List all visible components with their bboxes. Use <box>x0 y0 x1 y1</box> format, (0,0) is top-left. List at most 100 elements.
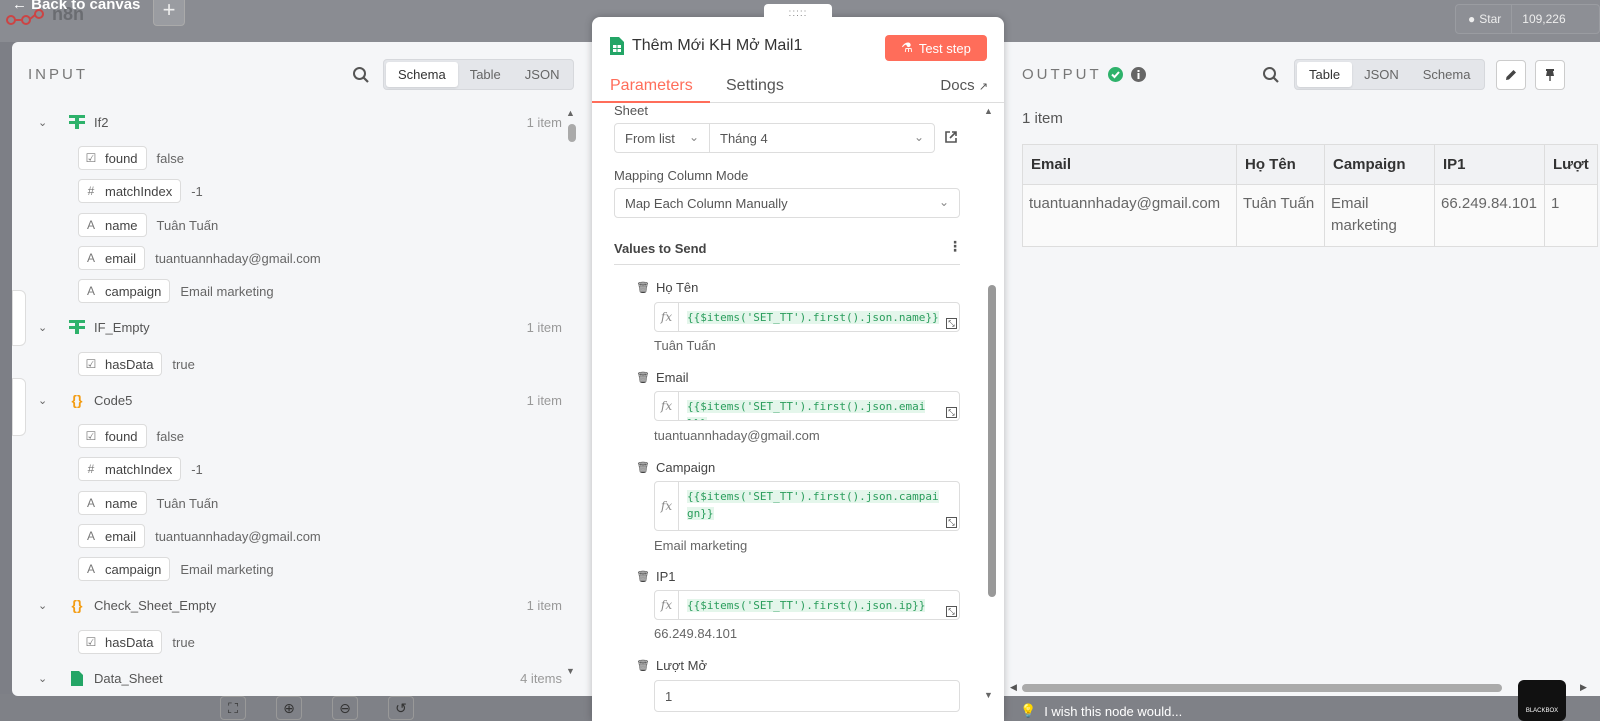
tab-json[interactable]: JSON <box>513 62 572 87</box>
chevron-down-icon[interactable]: ⌄ <box>38 599 52 612</box>
chevron-down-icon[interactable]: ⌄ <box>38 394 52 407</box>
column-header[interactable]: Campaign <box>1324 144 1435 185</box>
tab-schema[interactable]: Schema <box>1411 62 1483 87</box>
blackbox-extension-button[interactable]: BLACKBOX <box>1518 680 1566 721</box>
field-found: ☑ found false <box>78 146 184 170</box>
string-type-icon: A <box>86 284 95 298</box>
docs-link[interactable]: Docs ↗ <box>940 77 988 94</box>
edit-output-button[interactable] <box>1496 60 1526 90</box>
if-node-icon <box>64 314 90 340</box>
column-header[interactable]: IP1 <box>1434 144 1545 185</box>
chevron-down-icon[interactable]: ⌄ <box>38 321 52 334</box>
scroll-right-icon[interactable]: ▶ <box>1580 682 1587 693</box>
trash-icon[interactable]: 🗑 <box>636 570 650 583</box>
panel-drag-handle[interactable]: ::::: <box>764 4 832 24</box>
info-icon[interactable] <box>1131 67 1146 82</box>
feedback-link[interactable]: 💡 I wish this node would... <box>1020 703 1182 719</box>
sheet-node-icon <box>64 665 90 691</box>
test-step-button[interactable]: ⚗ Test step <box>885 35 987 61</box>
fx-icon: fx <box>655 591 679 619</box>
string-type-icon: A <box>86 529 95 543</box>
node-parameters-panel: Thêm Mới KH Mở Mail1 ⚗ Test step Paramete… <box>592 17 1004 721</box>
boolean-type-icon: ☑ <box>85 429 97 443</box>
tab-table[interactable]: Table <box>1297 62 1353 87</box>
field-hasdata: ☑ hasData true <box>78 630 195 654</box>
search-icon[interactable] <box>1262 66 1280 84</box>
chevron-down-icon[interactable]: ⌄ <box>38 672 52 685</box>
field-name: Aname Tuân Tuấn <box>78 491 218 515</box>
tab-table[interactable]: Table <box>458 62 513 87</box>
expand-editor-icon[interactable]: ⤡ <box>946 318 957 329</box>
table-cell: Email marketing <box>1324 184 1435 247</box>
column-header[interactable]: Lượt <box>1544 144 1598 185</box>
value-item-label: 🗑 Email <box>636 370 689 385</box>
field-name: Aname Tuân Tuấn <box>78 213 218 237</box>
field-matchindex: # matchIndex -1 <box>78 179 203 203</box>
table-row: tuantuannhaday@gmail.com Tuân Tuấn Email… <box>1022 184 1598 247</box>
fx-icon: fx <box>655 303 679 331</box>
node-tabs: Parameters Settings Docs ↗ <box>592 75 1004 103</box>
success-check-icon <box>1108 67 1123 82</box>
number-type-icon: # <box>87 184 95 198</box>
node-title[interactable]: Thêm Mới KH Mở Mail1 <box>632 37 802 55</box>
tree-node-data-sheet[interactable]: ⌄ Data_Sheet 4 items <box>12 665 572 691</box>
scroll-down-icon[interactable]: ▼ <box>984 690 993 700</box>
tab-json[interactable]: JSON <box>1352 62 1411 87</box>
pin-icon <box>1546 69 1554 81</box>
expand-editor-icon[interactable]: ⤡ <box>946 517 957 528</box>
tree-node-check-sheet-empty[interactable]: ⌄ {} Check_Sheet_Empty 1 item <box>12 592 572 618</box>
tab-parameters[interactable]: Parameters <box>610 77 693 95</box>
more-options-icon[interactable]: ⋮ <box>948 238 962 255</box>
zoom-in-icon[interactable]: ⊕ <box>276 696 302 720</box>
trash-icon[interactable]: 🗑 <box>636 461 650 474</box>
tab-schema[interactable]: Schema <box>386 62 458 87</box>
zoom-out-icon[interactable]: ⊖ <box>332 696 358 720</box>
value-item-label: 🗑 IP1 <box>636 569 676 584</box>
tree-node-if2[interactable]: ⌄ If2 1 item <box>12 109 572 135</box>
undo-icon[interactable]: ↺ <box>388 696 414 720</box>
expression-result: tuantuannhaday@gmail.com <box>654 428 820 443</box>
trash-icon[interactable]: 🗑 <box>636 281 650 294</box>
output-horizontal-scrollbar[interactable] <box>1022 684 1502 692</box>
sheet-select[interactable]: Tháng 4 ⌄ <box>709 123 935 153</box>
expression-input[interactable]: fx {{$items('SET_TT').first().json.campa… <box>654 481 960 531</box>
scroll-left-icon[interactable]: ◀ <box>1010 682 1017 693</box>
boolean-type-icon: ☑ <box>85 635 97 649</box>
column-header[interactable]: Email <box>1022 144 1237 185</box>
expand-editor-icon[interactable]: ⤡ <box>946 606 957 617</box>
field-campaign: Acampaign Email marketing <box>78 279 274 303</box>
value-item-label: 🗑 Campaign <box>636 460 716 475</box>
trash-icon[interactable]: 🗑 <box>636 371 650 384</box>
input-view-tabs: Schema Table JSON <box>383 59 575 90</box>
output-table: Email Họ Tên Campaign IP1 Lượt tuantuann… <box>1022 144 1598 247</box>
expression-input[interactable]: fx {{$items('SET_TT').first().json.name}… <box>654 302 960 332</box>
number-type-icon: # <box>87 462 95 476</box>
expand-editor-icon[interactable]: ⤡ <box>946 407 957 418</box>
chevron-down-icon: ⌄ <box>913 130 924 144</box>
expression-input[interactable]: fx {{$items('SET_TT').first().json.ip}} … <box>654 590 960 620</box>
field-email: Aemail tuantuannhaday@gmail.com <box>78 246 321 270</box>
trash-icon[interactable]: 🗑 <box>636 659 650 672</box>
pin-data-button[interactable] <box>1535 60 1565 90</box>
mapping-mode-select[interactable]: Map Each Column Manually ⌄ <box>614 188 960 218</box>
add-node-button[interactable]: + <box>153 0 185 26</box>
back-to-canvas-link[interactable]: ← Back to canvas <box>12 0 140 13</box>
tab-settings[interactable]: Settings <box>726 77 784 95</box>
code-node-icon: {} <box>71 597 83 613</box>
scroll-up-icon[interactable]: ▲ <box>984 106 993 116</box>
chevron-down-icon[interactable]: ⌄ <box>38 116 52 129</box>
expression-input[interactable]: fx {{$items('SET_TT').first().json.email… <box>654 391 960 421</box>
column-header[interactable]: Họ Tên <box>1236 144 1325 185</box>
luot-mo-input[interactable]: 1 <box>654 680 960 712</box>
field-found: ☑ found false <box>78 424 184 448</box>
google-sheets-icon <box>610 37 624 55</box>
fit-view-icon[interactable]: ⛶ <box>220 696 246 720</box>
tree-node-code5[interactable]: ⌄ {} Code5 1 item <box>12 387 572 413</box>
github-star-badge[interactable]: ● Star 109,226 <box>1455 4 1600 34</box>
sheet-mode-select[interactable]: From list ⌄ <box>614 123 710 153</box>
tree-node-if-empty[interactable]: ⌄ IF_Empty 1 item <box>12 314 572 340</box>
parameters-scrollbar[interactable] <box>988 285 996 597</box>
search-icon[interactable] <box>352 66 370 84</box>
expression-result: 66.249.84.101 <box>654 626 738 641</box>
open-sheet-icon[interactable] <box>944 130 958 144</box>
